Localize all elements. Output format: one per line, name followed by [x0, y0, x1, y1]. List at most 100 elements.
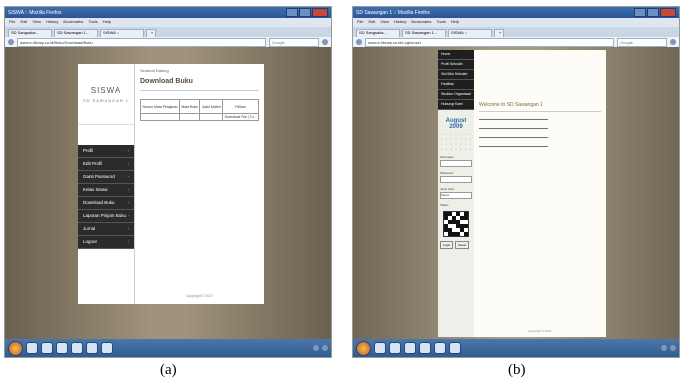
- sidebar-item-visi-misi[interactable]: Visi Misi Sekolah: [438, 70, 474, 80]
- password-label: Password: [440, 171, 454, 175]
- taskbar-app-icon[interactable]: [449, 342, 461, 354]
- taskbar-app-icon[interactable]: [434, 342, 446, 354]
- minimize-button[interactable]: [634, 8, 646, 17]
- browser-menubar: File Edit View History Bookmarks Tools H…: [353, 18, 679, 27]
- qr-code-image: [443, 211, 469, 237]
- sidebar-item-jurnal[interactable]: Jurnal: [78, 223, 134, 236]
- menu-history[interactable]: History: [46, 19, 58, 26]
- taskbar-app-icon[interactable]: [389, 342, 401, 354]
- window-controls: [634, 8, 676, 17]
- browser-tab[interactable]: SD Sangsaka...: [8, 29, 52, 37]
- sidebar-item-ganti-password[interactable]: Ganti Password: [78, 171, 134, 184]
- browser-tab-active[interactable]: SISWA ::: [100, 29, 144, 37]
- volume-icon[interactable]: [322, 345, 328, 351]
- search-input[interactable]: Google: [269, 37, 319, 47]
- menu-edit[interactable]: Edit: [20, 19, 27, 26]
- calendar-grid: • • • • • • • • • • • • • • • • • • • • • • • • • • • •: [441, 132, 471, 151]
- volume-icon[interactable]: [670, 345, 676, 351]
- menu-history[interactable]: History: [394, 19, 406, 26]
- back-icon[interactable]: [8, 39, 14, 45]
- window-controls: [286, 8, 328, 17]
- menu-help[interactable]: Help: [103, 19, 111, 26]
- search-input[interactable]: Google: [617, 37, 667, 47]
- browser-tab[interactable]: SD Sangsaka...: [356, 29, 400, 37]
- calendar-widget: August 2009 • • • • • • • • • • • • • • • • • • • • • • • • •…: [440, 118, 472, 151]
- site-sidebar: Home Profil Sekolah Visi Misi Sekolah Fa…: [438, 50, 474, 337]
- site-sidebar: SISWA SD SAWANGAN 1 Profil Edit Profil G…: [78, 64, 135, 304]
- table-cell: [179, 113, 201, 121]
- window-titlebar: SISWA :: Mozilla Firefox: [5, 7, 331, 18]
- taskbar-app-icon[interactable]: [26, 342, 38, 354]
- taskbar-app-icon[interactable]: [374, 342, 386, 354]
- menu-help[interactable]: Help: [451, 19, 459, 26]
- maximize-button[interactable]: [299, 8, 311, 17]
- sidebar-menu: Profil Edit Profil Ganti Password Kelas …: [78, 145, 134, 249]
- taskbar-app-icon[interactable]: [71, 342, 83, 354]
- back-icon[interactable]: [356, 39, 362, 45]
- sidebar-item-struktur[interactable]: Struktur Organisasi: [438, 90, 474, 100]
- home-icon[interactable]: [322, 39, 328, 45]
- browser-tab-active[interactable]: SD Sawangan 1...: [402, 29, 446, 37]
- maximize-button[interactable]: [647, 8, 659, 17]
- sidebar-item-download-buku[interactable]: Download Buku: [78, 197, 134, 210]
- sidebar-item-edit-profil[interactable]: Edit Profil: [78, 158, 134, 171]
- network-icon[interactable]: [313, 345, 319, 351]
- system-tray: [313, 345, 328, 351]
- sidebar-item-fasilitas[interactable]: Fasilitas: [438, 80, 474, 90]
- sidebar-item-logout[interactable]: Logout: [78, 236, 134, 249]
- download-link[interactable]: Download File | Tu...: [222, 113, 259, 121]
- menu-file[interactable]: File: [9, 19, 15, 26]
- taskbar-app-icon[interactable]: [56, 342, 68, 354]
- password-input[interactable]: [440, 176, 472, 183]
- home-icon[interactable]: [670, 39, 676, 45]
- taskbar-app-icon[interactable]: [419, 342, 431, 354]
- menu-bookmarks[interactable]: Bookmarks: [411, 19, 431, 26]
- menu-file[interactable]: File: [357, 19, 363, 26]
- taskbar-app-icon[interactable]: [101, 342, 113, 354]
- sidebar-item-kelas-siswa[interactable]: Kelas Siswa: [78, 184, 134, 197]
- table-header: Mata Buku: [179, 99, 201, 114]
- menu-tools[interactable]: Tools: [88, 19, 97, 26]
- minimize-button[interactable]: [286, 8, 298, 17]
- menu-view[interactable]: View: [380, 19, 389, 26]
- sidebar-item-profil-sekolah[interactable]: Profil Sekolah: [438, 60, 474, 70]
- browser-tab[interactable]: SD Sawangan 1...: [54, 29, 98, 37]
- taskbar-app-icon[interactable]: [86, 342, 98, 354]
- site-main: Welcome to SD Sawangan 1 ▬▬▬▬▬▬▬▬▬▬▬▬▬▬▬…: [474, 50, 606, 337]
- sidebar-item-home[interactable]: Home: [438, 50, 474, 60]
- browser-menubar: File Edit View History Bookmarks Tools H…: [5, 18, 331, 27]
- sidebar-item-profil[interactable]: Profil: [78, 145, 134, 158]
- new-tab-button[interactable]: +: [146, 29, 156, 37]
- table-cell: [139, 113, 181, 121]
- site-container: SISWA SD SAWANGAN 1 Profil Edit Profil G…: [78, 64, 264, 304]
- user-type-select[interactable]: Siswa: [440, 192, 472, 199]
- password-field: Password: [440, 171, 472, 183]
- new-tab-button[interactable]: +: [494, 29, 504, 37]
- menu-tools[interactable]: Tools: [436, 19, 445, 26]
- user-type-label: Jenis User: [440, 187, 455, 191]
- menu-edit[interactable]: Edit: [368, 19, 375, 26]
- taskbar-app-icon[interactable]: [41, 342, 53, 354]
- close-button[interactable]: [660, 8, 676, 17]
- taskbar-app-icon[interactable]: [404, 342, 416, 354]
- browser-tab[interactable]: SISWA ::: [448, 29, 492, 37]
- url-bar[interactable]: www.e-library.co.id/Buku/Download/Buku: [17, 37, 266, 47]
- start-button[interactable]: [356, 340, 371, 356]
- close-button[interactable]: [312, 8, 328, 17]
- browser-tabbar: SD Sangsaka... SD Sawangan 1... SISWA ::…: [5, 27, 331, 37]
- body-text: ▬▬▬▬▬▬▬▬▬▬▬▬▬▬▬▬▬▬▬▬▬▬▬: [479, 135, 548, 139]
- menu-view[interactable]: View: [32, 19, 41, 26]
- username-input[interactable]: [440, 160, 472, 167]
- menu-bookmarks[interactable]: Bookmarks: [63, 19, 83, 26]
- login-button[interactable]: Login: [440, 241, 454, 249]
- url-bar[interactable]: www.e-library.co.id/Login/user: [365, 37, 614, 47]
- sidebar-item-laporan[interactable]: Laporan Pinjam Buku: [78, 210, 134, 223]
- reset-button[interactable]: Reset: [455, 241, 470, 249]
- window-title: SD Sawangan 1 :: Mozilla Firefox: [356, 9, 430, 16]
- network-icon[interactable]: [661, 345, 667, 351]
- body-text: ▬▬▬▬▬▬▬▬▬▬▬▬▬▬▬▬▬▬▬▬▬▬▬: [479, 126, 548, 130]
- breadcrumb: Selamat Datang: [140, 68, 169, 73]
- login-buttons: Login Reset: [440, 241, 472, 249]
- sidebar-item-hubungi[interactable]: Hubungi Kami: [438, 100, 474, 110]
- start-button[interactable]: [8, 340, 23, 356]
